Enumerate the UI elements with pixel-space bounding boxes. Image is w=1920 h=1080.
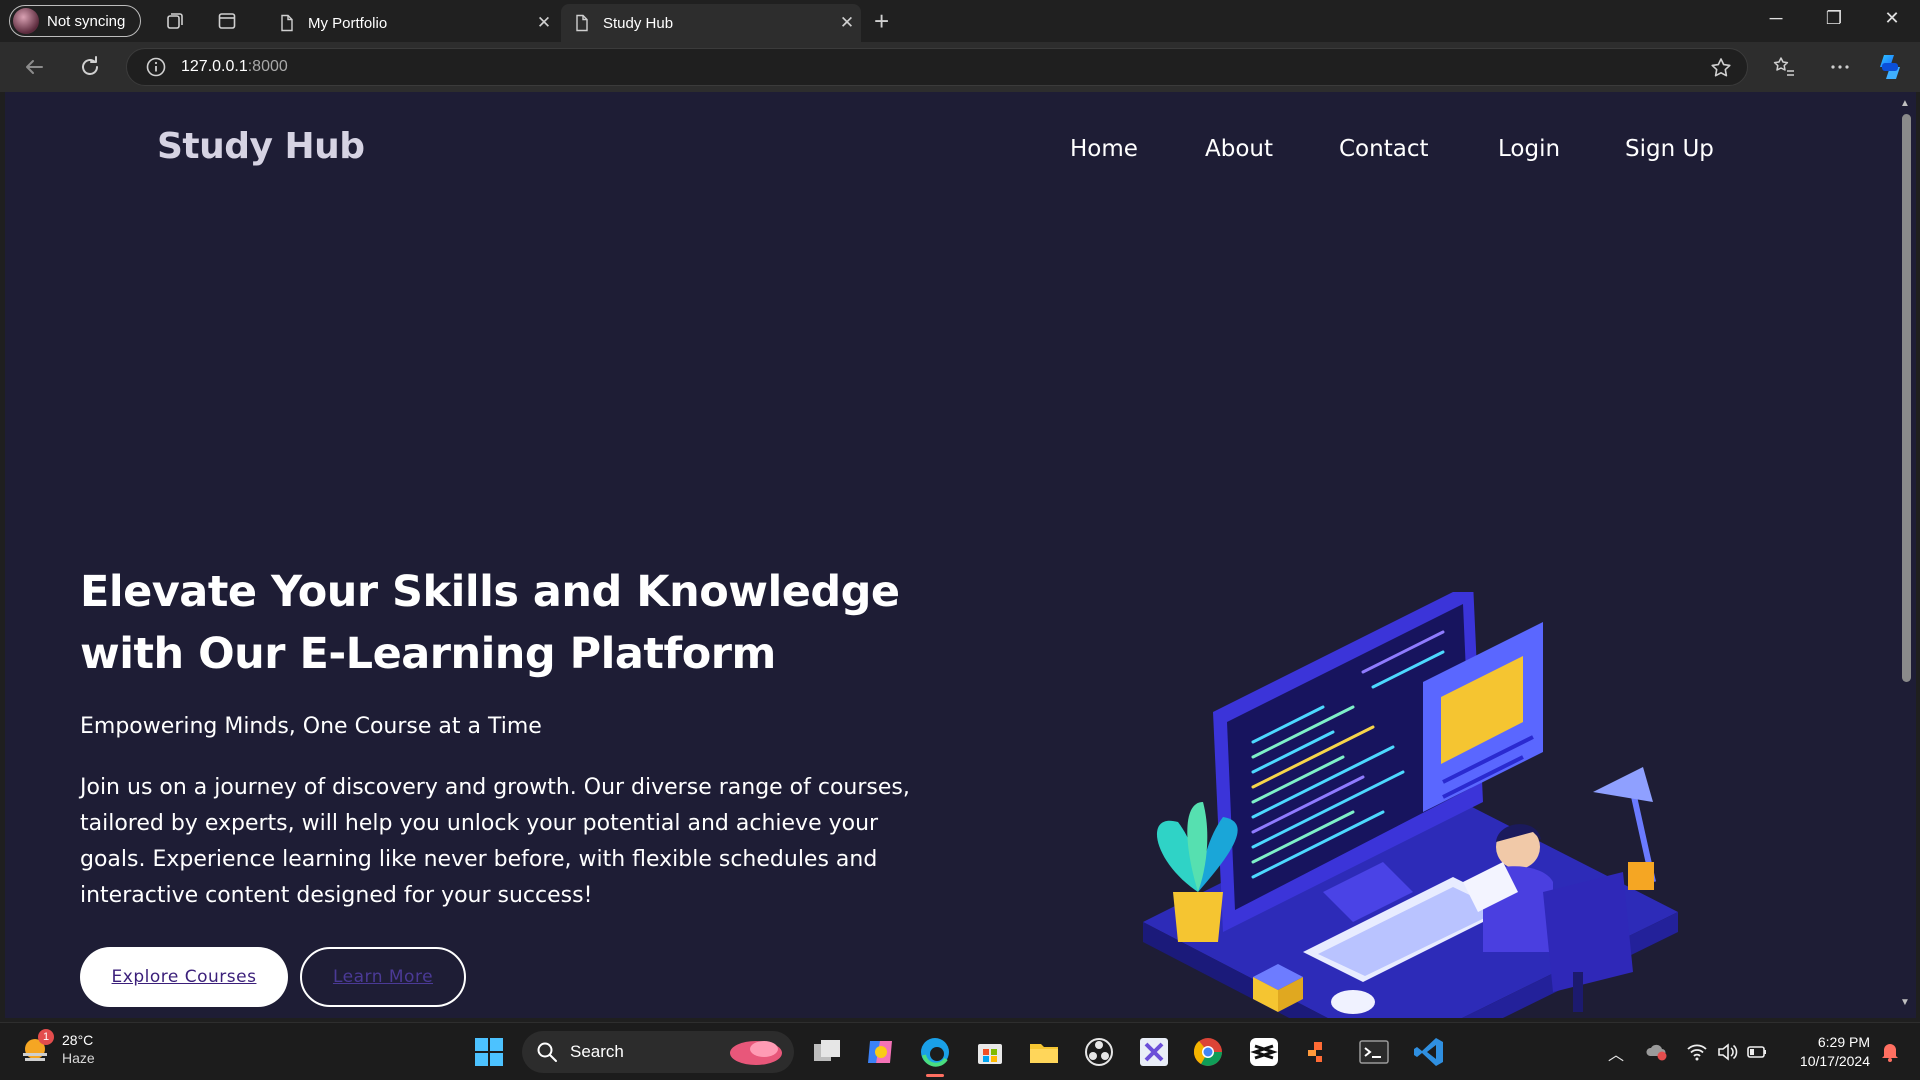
hero-title: Elevate Your Skills and Knowledge with O… [80, 567, 900, 679]
profile-status-label: Not syncing [47, 12, 126, 30]
page-icon [576, 14, 588, 32]
tab-my-portfolio[interactable]: My Portfolio ✕ [266, 4, 558, 42]
favorite-star-icon[interactable] [1709, 56, 1733, 80]
show-hidden-icons[interactable]: ︿ [1608, 1041, 1624, 1065]
clock-time: 6:29 PM [1817, 1034, 1870, 1050]
search-highlight-icon [730, 1041, 782, 1065]
xampp-icon[interactable] [1137, 1035, 1171, 1069]
vertical-tabs-icon[interactable] [217, 11, 237, 31]
minimize-icon[interactable]: ─ [1748, 8, 1804, 29]
nav-login[interactable]: Login [1498, 136, 1560, 162]
nav-contact[interactable]: Contact [1339, 136, 1428, 162]
site-info-icon[interactable] [145, 56, 167, 78]
page-icon [281, 14, 293, 32]
microsoft-store-icon[interactable] [973, 1035, 1007, 1069]
weather-widget[interactable]: 1 28°C Haze [20, 1029, 95, 1067]
close-tab-icon[interactable]: ✕ [530, 13, 558, 33]
taskbar-search[interactable]: Search [522, 1031, 794, 1073]
chrome-icon[interactable] [1191, 1035, 1225, 1069]
copilot-icon[interactable] [1874, 51, 1906, 83]
vscode-icon[interactable] [1412, 1035, 1446, 1069]
copilot-taskbar-icon[interactable] [864, 1035, 898, 1069]
task-view-icon[interactable] [810, 1035, 844, 1069]
weather-condition: Haze [62, 1050, 95, 1066]
close-window-icon[interactable]: ✕ [1864, 8, 1920, 29]
figma-like-icon[interactable] [1302, 1035, 1336, 1069]
browser-toolbar: 127.0.0.1:8000 [0, 42, 1920, 92]
address-bar[interactable]: 127.0.0.1:8000 [126, 48, 1748, 86]
system-clock[interactable]: 6:29 PM 10/17/2024 [1800, 1033, 1870, 1071]
browser-tabstrip: Not syncing My Portfolio ✕ Study Hub ✕ +… [0, 0, 1920, 42]
capcut-icon[interactable] [1247, 1035, 1281, 1069]
restore-icon[interactable]: ❐ [1806, 8, 1862, 29]
wifi-icon[interactable] [1686, 1041, 1708, 1063]
start-windows-icon[interactable] [472, 1035, 506, 1069]
active-app-indicator [926, 1074, 944, 1077]
clock-date: 10/17/2024 [1799, 1053, 1870, 1069]
page-viewport: Study Hub Home About Contact Login Sign … [5, 92, 1896, 1018]
tab-title: Study Hub [603, 14, 674, 32]
nav-about[interactable]: About [1205, 136, 1273, 162]
onedrive-status-icon[interactable] [1646, 1041, 1668, 1063]
developer-desk-illustration [1143, 592, 1678, 1018]
search-icon [537, 1042, 557, 1062]
windows-taskbar: 1 28°C Haze Search ︿ 6:29 PM 10/17/2024 [0, 1022, 1920, 1080]
obs-studio-icon[interactable] [1082, 1035, 1116, 1069]
nav-home[interactable]: Home [1070, 136, 1138, 162]
site-logo[interactable]: Study Hub [157, 126, 365, 167]
back-icon[interactable] [20, 53, 48, 81]
weather-icon: 1 [20, 1029, 54, 1065]
workspaces-icon[interactable] [165, 11, 185, 31]
terminal-icon[interactable] [1357, 1035, 1391, 1069]
tab-study-hub[interactable]: Study Hub ✕ [561, 4, 861, 42]
tab-title: My Portfolio [308, 14, 388, 32]
scroll-down-icon[interactable]: ▼ [1900, 997, 1910, 1008]
scroll-thumb[interactable] [1902, 114, 1911, 682]
volume-icon[interactable] [1716, 1041, 1738, 1063]
close-tab-icon[interactable]: ✕ [833, 13, 861, 33]
page-scrollbar[interactable]: ▲ ▼ [1896, 92, 1916, 1018]
edge-browser-icon[interactable] [918, 1035, 952, 1069]
file-explorer-icon[interactable] [1027, 1035, 1061, 1069]
weather-badge: 1 [38, 1029, 54, 1045]
scroll-up-icon[interactable]: ▲ [1900, 98, 1910, 109]
search-label: Search [570, 1042, 624, 1061]
nav-sign-up[interactable]: Sign Up [1625, 136, 1714, 162]
battery-icon[interactable] [1746, 1041, 1768, 1063]
profile-avatar [13, 8, 39, 34]
url-host: 127.0.0.1 [181, 58, 248, 75]
learn-more-button[interactable]: Learn More [300, 947, 466, 1007]
explore-courses-button[interactable]: Explore Courses [80, 947, 288, 1007]
profile-button[interactable]: Not syncing [9, 5, 141, 37]
notification-bell-icon[interactable] [1880, 1041, 1900, 1063]
hero-description: Join us on a journey of discovery and gr… [80, 775, 910, 908]
hero-subtitle: Empowering Minds, One Course at a Time [80, 714, 542, 739]
more-menu-icon[interactable] [1826, 53, 1854, 81]
url-port: :8000 [247, 58, 288, 75]
favorites-icon[interactable] [1770, 53, 1798, 81]
new-tab-icon[interactable]: + [874, 8, 889, 34]
refresh-icon[interactable] [76, 53, 104, 81]
weather-temp: 28°C [62, 1032, 94, 1048]
